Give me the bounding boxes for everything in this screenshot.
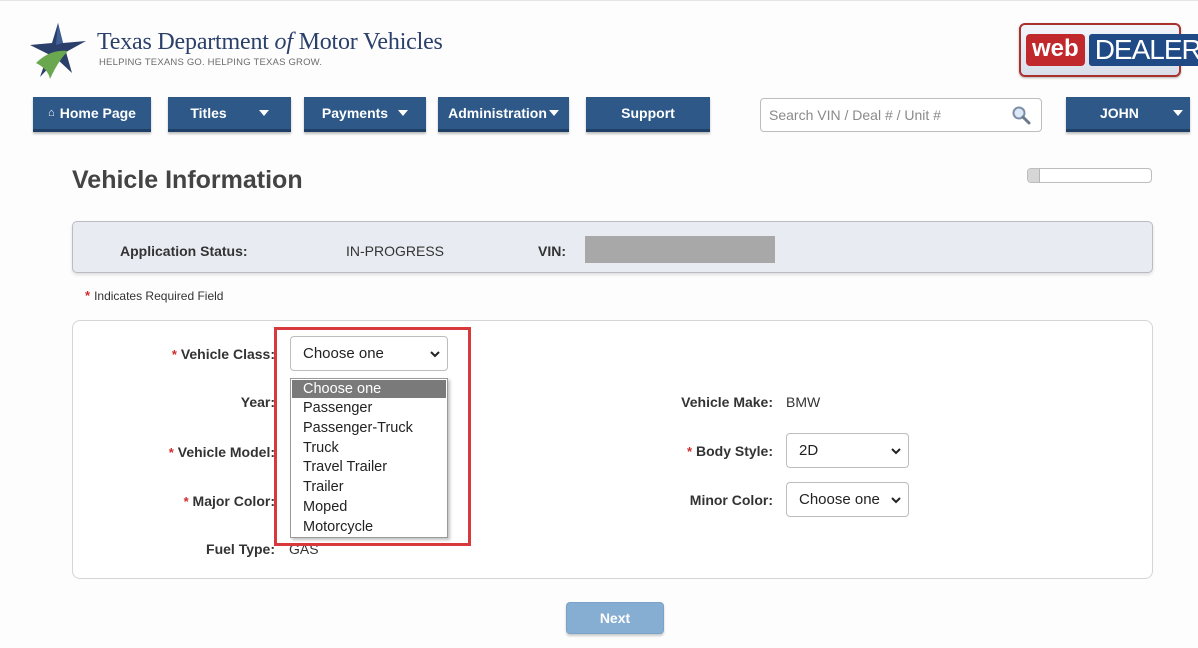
vehicle-class-label-text: Vehicle Class: — [180, 346, 275, 362]
application-status-value: IN-PROGRESS — [346, 243, 445, 259]
agency-tagline: HELPING TEXANS GO. HELPING TEXAS GROW. — [99, 57, 323, 68]
body-style-label-text: Body Style: — [695, 443, 773, 459]
minor-color-label: Minor Color: — [689, 492, 773, 508]
vin-label: VIN: — [538, 243, 566, 259]
webdealer-logo: web DEALER — [1019, 23, 1198, 77]
required-asterisk-icon: * — [168, 445, 174, 460]
agency-name: Texas Department of Motor Vehicles — [97, 29, 443, 55]
webdealer-logo-dealer: DEALER — [1088, 34, 1198, 66]
vehicle-class-selected: Choose one — [303, 345, 384, 362]
chevron-down-icon — [1172, 110, 1183, 116]
progress-fill — [1028, 169, 1041, 182]
user-menu[interactable]: JOHN — [1066, 97, 1190, 132]
chevron-down-icon — [548, 110, 559, 116]
chevron-down-icon — [258, 110, 269, 116]
vehicle-class-option[interactable]: Moped — [291, 498, 447, 518]
vehicle-class-option[interactable]: Trailer — [291, 478, 447, 498]
chevron-down-icon — [398, 110, 409, 116]
vehicle-class-label: * Vehicle Class: — [172, 346, 275, 362]
body-style-label: * Body Style: — [687, 443, 773, 459]
vehicle-class-option[interactable]: Passenger — [291, 399, 447, 419]
body-style-select[interactable]: 2D — [786, 433, 909, 468]
vehicle-class-dropdown-list: Choose one Passenger Passenger-Truck Truck T… — [290, 378, 448, 538]
vehicle-model-label-text: Vehicle Model: — [177, 444, 275, 460]
application-status-label: Application Status: — [120, 243, 248, 259]
nav-home-page[interactable]: ⌂ Home Page — [33, 97, 151, 132]
search-input[interactable] — [761, 99, 1001, 131]
chevron-down-icon — [891, 497, 901, 504]
nav-home-label: Home Page — [59, 105, 136, 121]
vehicle-class-option[interactable]: Choose one — [292, 380, 446, 398]
user-name: JOHN — [1100, 105, 1139, 121]
search-box — [760, 98, 1042, 132]
vehicle-class-option[interactable]: Passenger-Truck — [291, 419, 447, 439]
major-color-label-text: Major Color: — [192, 493, 275, 509]
required-asterisk-icon: * — [171, 347, 177, 362]
vehicle-make-label: Vehicle Make: — [681, 394, 773, 410]
minor-color-selected: Choose one — [799, 491, 880, 508]
search-icon[interactable] — [1011, 105, 1031, 125]
nav-payments-menu[interactable]: Payments — [304, 97, 426, 132]
required-note-text: Indicates Required Field — [94, 288, 224, 303]
required-field-note: * Indicates Required Field — [85, 288, 223, 303]
required-asterisk-icon: * — [687, 444, 693, 459]
chevron-down-icon — [891, 448, 901, 455]
vehicle-information-page: Texas Department of Motor Vehicles HELPI… — [0, 0, 1198, 648]
year-label: Year: — [240, 394, 275, 410]
minor-color-select[interactable]: Choose one — [786, 482, 909, 517]
required-asterisk-icon: * — [85, 288, 91, 303]
nav-support-label: Support — [621, 105, 675, 121]
nav-titles-menu[interactable]: Titles — [168, 97, 291, 132]
fuel-type-label: Fuel Type: — [206, 541, 275, 557]
vehicle-class-option[interactable]: Travel Trailer — [291, 458, 447, 478]
application-status-bar: Application Status: IN-PROGRESS VIN: — [72, 221, 1153, 273]
nav-payments-label: Payments — [321, 105, 389, 121]
home-icon: ⌂ — [48, 107, 55, 119]
webdealer-logo-web: web — [1026, 34, 1085, 66]
nav-administration-menu[interactable]: Administration — [438, 97, 569, 132]
chevron-down-icon — [430, 351, 440, 358]
page-title: Vehicle Information — [72, 166, 303, 194]
txdmv-star-logo-icon — [30, 23, 86, 79]
nav-support[interactable]: Support — [586, 97, 710, 132]
body-style-selected: 2D — [799, 442, 819, 459]
required-asterisk-icon: * — [183, 494, 189, 509]
progress-bar — [1027, 168, 1152, 183]
vehicle-make-value: BMW — [786, 394, 821, 410]
vehicle-class-select[interactable]: Choose one — [290, 336, 448, 371]
nav-titles-label: Titles — [190, 105, 227, 121]
vehicle-class-option[interactable]: Motorcycle — [291, 518, 447, 538]
nav-administration-label: Administration — [448, 105, 547, 121]
vehicle-model-label: * Vehicle Model: — [169, 444, 275, 460]
vehicle-class-option[interactable]: Truck — [291, 439, 447, 459]
major-color-label: * Major Color: — [184, 493, 275, 509]
next-button[interactable]: Next — [566, 602, 664, 634]
vin-redacted-value — [585, 236, 775, 263]
